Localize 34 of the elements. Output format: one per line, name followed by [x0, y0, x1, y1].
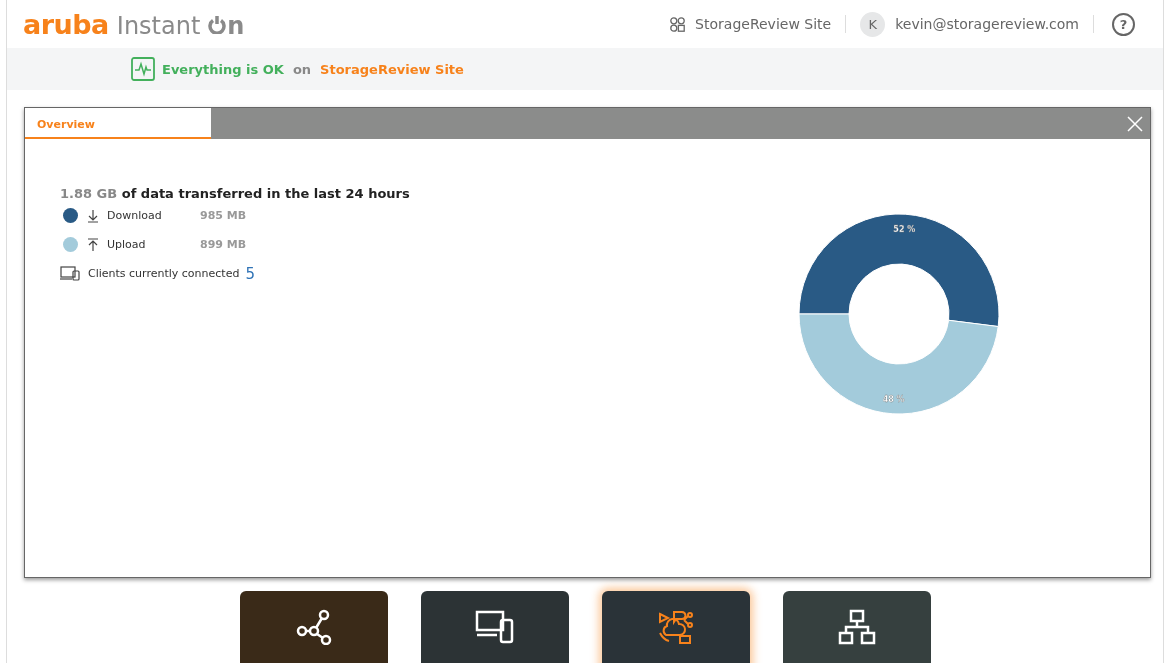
brand-logo: aruba	[23, 8, 109, 40]
download-arrow-icon	[87, 208, 99, 223]
clients-count: 5	[245, 264, 255, 283]
feature-tile[interactable]	[240, 591, 388, 663]
transfer-summary: 1.88 GB of data transferred in the last 24 hours	[60, 186, 411, 201]
product-name: Instant	[116, 11, 201, 40]
health-monitor-icon	[131, 57, 155, 81]
product-name-suffix: n	[227, 11, 245, 40]
site-name[interactable]: StorageReview Site	[695, 16, 832, 32]
power-icon	[208, 15, 227, 34]
feature-tile[interactable]	[421, 591, 569, 663]
help-button[interactable]: ?	[1112, 12, 1135, 36]
close-icon[interactable]	[1126, 115, 1143, 132]
feature-tile[interactable]	[602, 591, 750, 663]
account-email[interactable]: kevin@storagereview.com	[895, 16, 1079, 32]
upload-arrow-icon	[87, 237, 99, 252]
legend-label: Download	[107, 209, 163, 222]
legend-value: 899 MB	[200, 238, 247, 251]
clients-label: Clients currently connected	[88, 267, 240, 280]
legend-label: Upload	[107, 238, 147, 251]
status-message: Everything is OK	[162, 61, 284, 77]
devices-icon	[475, 609, 515, 645]
status-site: StorageReview Site	[320, 61, 464, 77]
share-nodes-icon	[294, 609, 334, 645]
sites-icon	[670, 16, 686, 32]
slice-label: 48 %	[882, 394, 905, 404]
status-joiner: on	[292, 61, 312, 77]
slice-label: 52 %	[893, 225, 916, 235]
hierarchy-icon	[837, 609, 877, 645]
feature-tile[interactable]	[783, 591, 931, 663]
devices-icon	[60, 266, 81, 281]
avatar: K	[860, 11, 886, 37]
cloud-apps-icon	[656, 609, 696, 645]
legend-value: 985 MB	[200, 209, 247, 222]
